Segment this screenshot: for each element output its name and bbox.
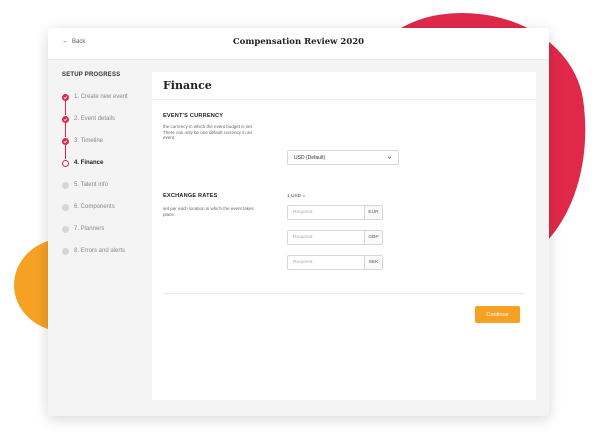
sidebar-item-planners[interactable]: 7. Planners: [62, 218, 152, 240]
step-label: 4. Finance: [74, 160, 104, 166]
step-label: 3. Timeline: [74, 138, 104, 144]
rate-currency-sek: SEK: [364, 256, 382, 269]
pending-circle-icon: [62, 181, 69, 189]
step-label: 5. Talent info: [74, 182, 108, 188]
panel-header: Finance: [152, 72, 536, 100]
check-circle-icon: [62, 115, 69, 123]
section-title: Finance: [163, 79, 212, 92]
event-currency-description: the currency in which the event budget i…: [163, 124, 254, 141]
check-circle-icon: [62, 93, 69, 101]
rate-field-eur: EUR: [287, 205, 383, 220]
sidebar-item-event-details[interactable]: 2. Event details: [62, 108, 152, 137]
finance-panel: Finance EVENT'S CURRENCY the currency in…: [152, 72, 536, 400]
sidebar-item-timeline[interactable]: 3. Timeline: [62, 130, 152, 159]
sidebar-item-components[interactable]: 6. Components: [62, 196, 152, 218]
sidebar-item-talent-info[interactable]: 5. Talent info: [62, 174, 152, 196]
continue-button[interactable]: Continue: [475, 306, 520, 323]
rate-currency-eur: EUR: [364, 206, 382, 219]
rate-input-gbp[interactable]: [288, 231, 364, 244]
exchange-rates-description: set per each location in which the event…: [163, 206, 254, 217]
rate-field-gbp: GBP: [287, 230, 383, 245]
rate-input-sek[interactable]: [288, 256, 364, 269]
pending-circle-icon: [62, 247, 69, 255]
app-window: ← Back Compensation Review 2020 SETUP PR…: [48, 28, 549, 416]
pending-circle-icon: [62, 225, 69, 233]
rate-field-sek: SEK: [287, 255, 383, 270]
rate-currency-gbp: GBP: [364, 231, 382, 244]
sidebar-item-finance[interactable]: 4. Finance: [62, 152, 152, 174]
check-circle-icon: [62, 137, 69, 145]
step-label: 2. Event details: [74, 116, 116, 122]
sidebar-item-errors-and-alerts[interactable]: 8. Errors and alerts: [62, 240, 152, 262]
step-label: 6. Components: [74, 204, 115, 210]
sidebar-heading: SETUP PROGRESS: [62, 72, 121, 78]
top-bar: ← Back Compensation Review 2020: [48, 28, 549, 60]
setup-progress-sidebar: SETUP PROGRESS 1. Create new event 2. Ev…: [62, 72, 152, 262]
page-title: Compensation Review 2020: [232, 37, 365, 47]
pending-circle-icon: [62, 203, 69, 211]
chevron-down-icon: [387, 156, 392, 159]
sidebar-item-create-new-event[interactable]: 1. Create new event: [62, 86, 152, 115]
divider: [163, 293, 525, 294]
exchange-rates-label: EXCHANGE RATES: [163, 193, 218, 199]
currency-select[interactable]: USD (Default): [287, 150, 399, 165]
step-label: 8. Errors and alerts: [74, 248, 126, 254]
rate-input-eur[interactable]: [288, 206, 364, 219]
current-step-circle-icon: [62, 159, 69, 167]
step-label: 1. Create new event: [74, 94, 128, 100]
currency-select-value: USD (Default): [294, 154, 326, 161]
exchange-base-label: 1 USD =: [287, 194, 306, 199]
event-currency-label: EVENT'S CURRENCY: [163, 113, 224, 119]
step-label: 7. Planners: [74, 226, 105, 232]
